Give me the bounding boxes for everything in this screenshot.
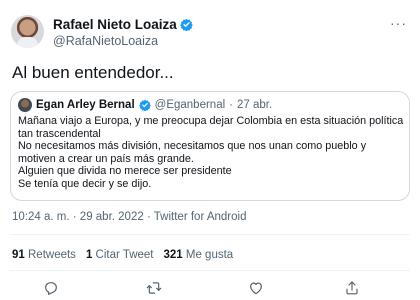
quotes-stat[interactable]: 1 Citar Tweet (86, 249, 154, 261)
likes-label: Me gusta (185, 249, 234, 261)
retweets-stat[interactable]: 91 Retweets (12, 249, 76, 261)
tweet-text: Al buen entendedor... (12, 63, 174, 82)
tweet-date[interactable]: 29 abr. 2022 (80, 211, 144, 223)
likes-count: 321 (163, 249, 183, 261)
quoted-body: Mañana viajo a Europa, y me preocupa dej… (18, 115, 404, 190)
verified-badge-icon (179, 18, 193, 31)
quoted-header: Egan Arley Bernal @Eganbernal · 27 abr. (18, 98, 272, 112)
retweets-label: Retweets (28, 249, 76, 261)
retweet-icon[interactable] (146, 280, 162, 296)
like-icon[interactable] (248, 280, 264, 296)
author-avatar[interactable] (11, 15, 44, 48)
quoted-date: 27 abr. (236, 99, 273, 111)
quotes-label: Citar Tweet (95, 249, 154, 261)
tweet-time[interactable]: 10:24 a. m. (12, 211, 70, 223)
separator-dot: · (229, 99, 233, 111)
reply-icon[interactable] (43, 280, 59, 296)
quoted-tweet[interactable]: Egan Arley Bernal @Eganbernal · 27 abr. … (10, 91, 410, 201)
separator-dot: · (72, 211, 77, 223)
quoted-line: No necesitamos más división, necesitamos… (18, 140, 367, 152)
quoted-author-name: Egan Arley Bernal (36, 99, 135, 111)
divider (10, 270, 410, 271)
more-icon[interactable]: ··· (390, 15, 407, 31)
quoted-line: motiven a crear un país más grande. (18, 152, 194, 165)
author-name-row: Rafael Nieto Loaiza (53, 17, 193, 32)
quoted-line: Mañana viajo a Europa, y me preocupa dej… (18, 115, 404, 127)
retweets-count: 91 (12, 249, 25, 261)
action-bar (10, 276, 410, 300)
quoted-line: Alguien que divida no merece ser preside… (18, 165, 232, 177)
quoted-line: Se tenía que decir y se dijo. (18, 177, 152, 190)
tweet-meta: 10:24 a. m. · 29 abr. 2022 · Twitter for… (12, 211, 246, 223)
quotes-count: 1 (85, 249, 93, 261)
tweet-header: Rafael Nieto Loaiza @RafaNietoLoaiza ··· (11, 15, 411, 55)
divider (10, 234, 410, 235)
tweet-source: Twitter for Android (153, 211, 247, 223)
quoted-line: tan trascendental (18, 127, 101, 140)
author-handle[interactable]: @RafaNietoLoaiza (53, 34, 158, 48)
separator-dot: · (146, 211, 151, 223)
author-name[interactable]: Rafael Nieto Loaiza (53, 17, 177, 32)
quoted-author-handle: @Eganbernal (154, 99, 226, 111)
quoted-avatar (18, 98, 32, 112)
share-icon[interactable] (344, 280, 360, 296)
verified-badge-icon (138, 99, 151, 111)
tweet-stats: 91 Retweets 1 Citar Tweet 321 Me gusta (12, 249, 233, 261)
likes-stat[interactable]: 321 Me gusta (164, 249, 234, 261)
